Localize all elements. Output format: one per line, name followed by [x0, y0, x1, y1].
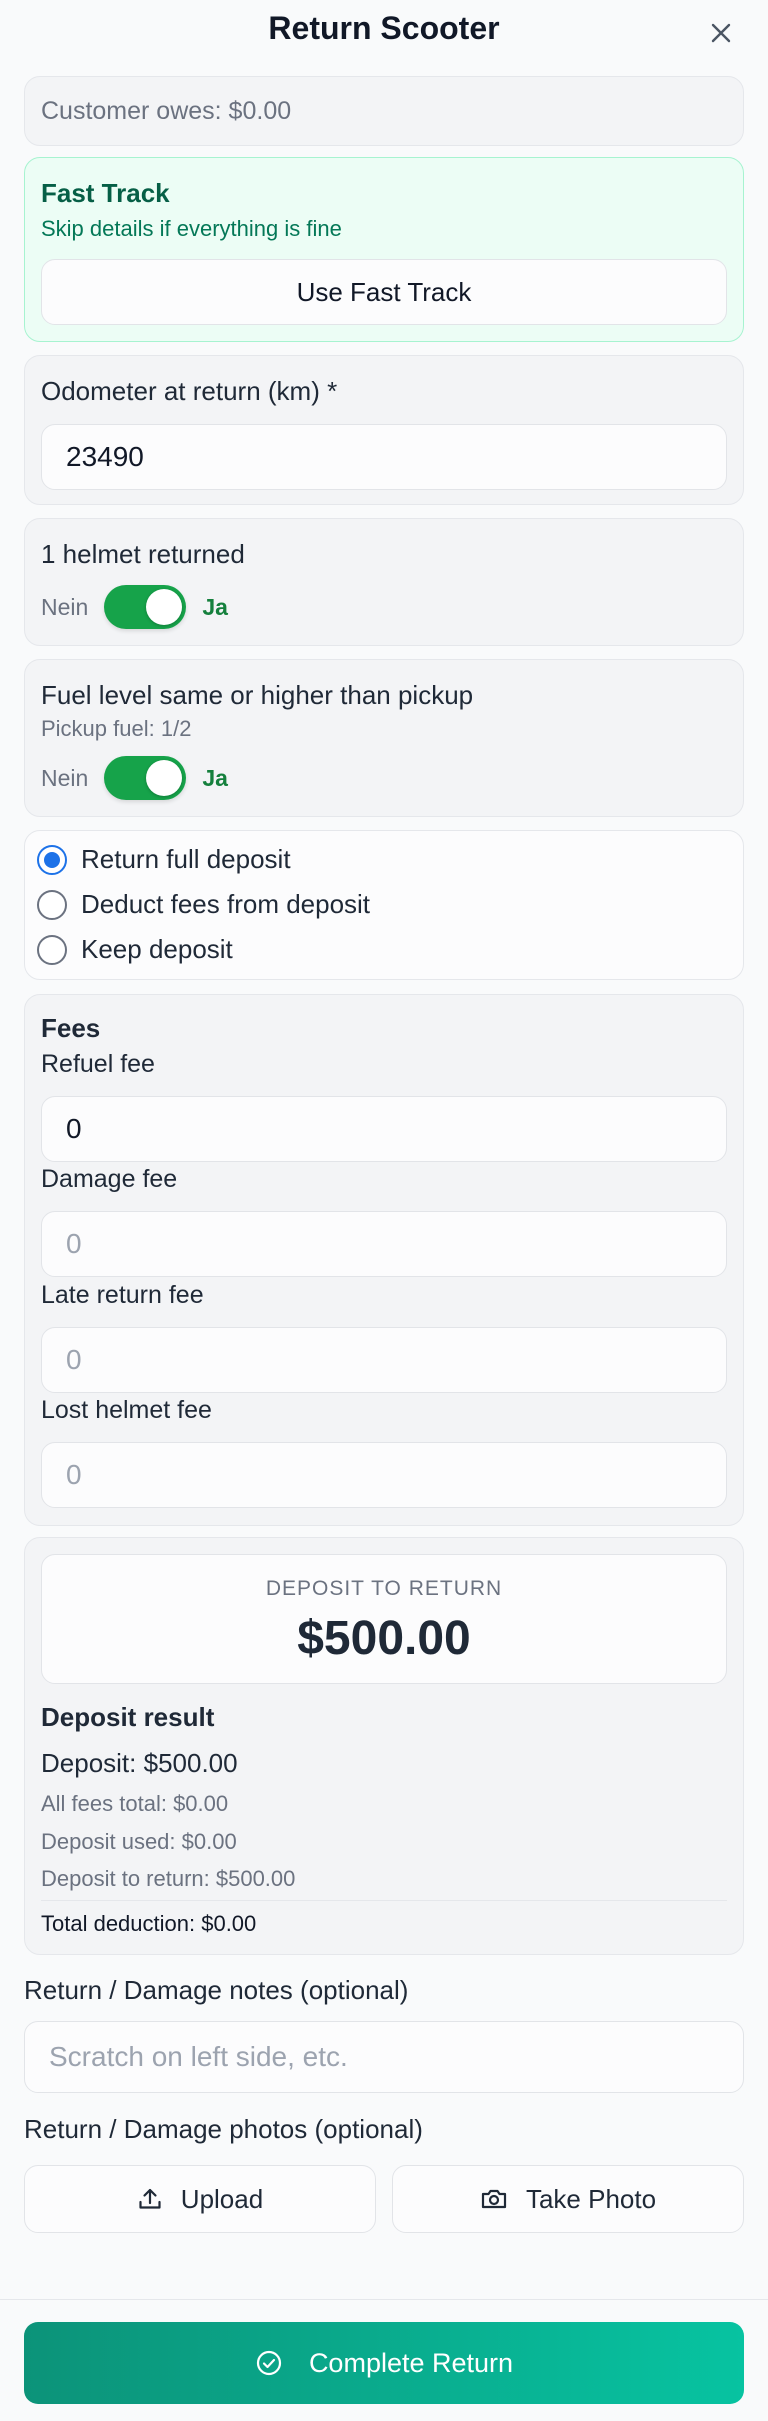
- refuel-fee-label: Refuel fee: [41, 1050, 155, 1078]
- fuel-card: Fuel level same or higher than pickup Pi…: [24, 659, 744, 817]
- complete-return-label: Complete Return: [308, 2347, 514, 2378]
- helmet-toggle[interactable]: [104, 585, 187, 629]
- fast-track-subtitle: Skip details if everything is fine: [41, 216, 342, 241]
- lost-helmet-fee-label: Lost helmet fee: [41, 1396, 212, 1424]
- fees-title: Fees: [41, 1013, 101, 1043]
- lost-helmet-fee-input[interactable]: 0: [41, 1442, 727, 1508]
- deposit-line: Deposit: $500.00: [41, 1748, 238, 1778]
- helmet-card: 1 helmet returned Nein Ja: [24, 518, 744, 646]
- total-deduction-line: Total deduction: $0.00: [41, 1911, 257, 1936]
- fees-total-line: All fees total: $0.00: [41, 1791, 229, 1816]
- odometer-card: Odometer at return (km) * 23490: [24, 355, 744, 505]
- late-return-fee-input[interactable]: 0: [41, 1327, 727, 1393]
- take-photo-button[interactable]: Take Photo: [392, 2165, 744, 2233]
- fast-track-card: Fast Track Skip details if everything is…: [24, 157, 744, 342]
- deposit-result-title: Deposit result: [41, 1702, 215, 1732]
- footer-divider: [0, 2299, 768, 2300]
- photos-label: Return / Damage photos (optional): [24, 2114, 423, 2144]
- deposit-option-group: Return full deposit Deduct fees from dep…: [24, 830, 744, 980]
- camera-icon: [481, 2189, 507, 2209]
- deposit-used-line: Deposit used: $0.00: [41, 1829, 237, 1854]
- use-fast-track-button[interactable]: Use Fast Track: [41, 259, 727, 325]
- radio-return-full-deposit[interactable]: Return full deposit: [37, 844, 291, 875]
- late-return-fee-label: Late return fee: [41, 1281, 204, 1309]
- deposit-amount: $500.00: [297, 1612, 471, 1665]
- upload-label: Upload: [180, 2183, 264, 2214]
- notes-input[interactable]: Scratch on left side, etc.: [24, 2021, 744, 2093]
- damage-fee-input[interactable]: 0: [41, 1211, 727, 1277]
- deposit-return-line: Deposit to return: $500.00: [41, 1866, 296, 1891]
- complete-return-button[interactable]: Complete Return: [24, 2322, 744, 2404]
- fuel-label: Fuel level same or higher than pickup: [41, 680, 474, 710]
- upload-button[interactable]: Upload: [24, 2165, 376, 2233]
- take-photo-label: Take Photo: [525, 2183, 657, 2214]
- toggle-knob: [146, 589, 183, 625]
- damage-fee-label: Damage fee: [41, 1165, 178, 1193]
- radio-deduct-fees[interactable]: Deduct fees from deposit: [37, 889, 370, 920]
- pickup-fuel-text: Pickup fuel: 1/2: [41, 716, 192, 741]
- fees-card: Fees Refuel fee 0 Damage fee 0 Late retu…: [24, 994, 744, 1526]
- refuel-fee-input[interactable]: 0: [41, 1096, 727, 1162]
- radio-button[interactable]: [37, 844, 67, 875]
- radio-label: Deduct fees from deposit: [81, 889, 371, 919]
- helmet-on-label: Ja: [202, 593, 228, 620]
- fuel-off-label: Nein: [41, 764, 89, 791]
- notes-label: Return / Damage notes (optional): [24, 1975, 409, 2005]
- divider: [41, 1900, 727, 1901]
- fuel-on-label: Ja: [202, 764, 228, 791]
- header: Return Scooter: [0, 0, 768, 60]
- deposit-to-return-box: DEPOSIT TO RETURN $500.00: [41, 1554, 727, 1684]
- radio-button[interactable]: [37, 934, 67, 965]
- radio-keep-deposit[interactable]: Keep deposit: [37, 934, 233, 965]
- fuel-toggle[interactable]: [104, 756, 187, 800]
- return-scooter-page: Return Scooter Customer owes: $0.00 Fast…: [0, 0, 768, 2421]
- radio-label: Keep deposit: [81, 934, 233, 964]
- fast-track-title: Fast Track: [41, 178, 170, 208]
- close-button[interactable]: [704, 16, 738, 50]
- close-icon: [711, 23, 731, 43]
- toggle-knob: [146, 760, 183, 796]
- page-title: Return Scooter: [268, 10, 500, 46]
- deposit-caption: DEPOSIT TO RETURN: [265, 1577, 503, 1600]
- fuel-toggle-row: Nein Ja: [41, 756, 228, 800]
- odometer-input[interactable]: 23490: [41, 424, 727, 490]
- radio-button[interactable]: [37, 889, 67, 920]
- customer-owes-card: Customer owes: $0.00: [24, 76, 744, 146]
- odometer-label: Odometer at return (km) *: [41, 376, 338, 406]
- upload-icon: [139, 2188, 161, 2209]
- helmet-toggle-row: Nein Ja: [41, 585, 228, 629]
- helmet-off-label: Nein: [41, 593, 89, 620]
- radio-label: Return full deposit: [81, 844, 291, 874]
- helmet-label: 1 helmet returned: [41, 539, 245, 569]
- customer-owes-text: Customer owes: $0.00: [41, 97, 292, 125]
- deposit-card: DEPOSIT TO RETURN $500.00 Deposit result…: [24, 1537, 744, 1955]
- check-circle-icon: [256, 2350, 282, 2376]
